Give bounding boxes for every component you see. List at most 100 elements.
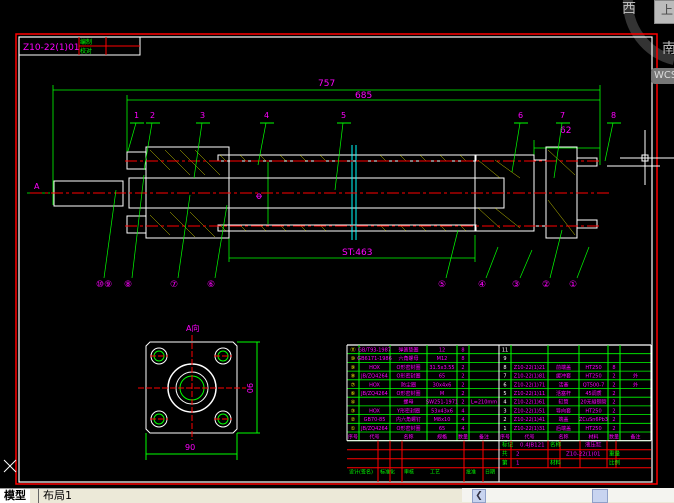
- table-cell: SW251-1971: [426, 400, 458, 406]
- table-cell: 65: [439, 374, 445, 380]
- table-cell: O形密封圈: [397, 373, 421, 380]
- table-cell: ③: [351, 408, 355, 414]
- table-cell: 外: [633, 373, 638, 380]
- table-cell: M8x10: [434, 417, 451, 423]
- ucs-icon: [3, 459, 17, 473]
- table-cell: 53x43x6: [431, 408, 453, 414]
- scroll-left-arrow-icon[interactable]: ❮: [472, 489, 486, 503]
- table-header: 代号: [524, 434, 534, 441]
- standard-part-balloon: ⑧: [124, 280, 132, 290]
- table-cell: 2: [461, 400, 464, 406]
- table-cell: ⑩: [351, 356, 356, 362]
- table-row: ⑩ GB6171-1986 六角螺母 M12 8 9: [351, 355, 507, 362]
- part-number-label: 6: [518, 111, 523, 120]
- table-cell: 2: [612, 382, 615, 388]
- table-cell: O形密封圈: [397, 364, 421, 371]
- table-header: 名称: [558, 434, 568, 441]
- table-header: 数量: [609, 434, 619, 441]
- table-cell: 弹簧垫圈: [398, 347, 418, 354]
- table-cell: 65: [439, 426, 445, 432]
- table-header: 代号: [369, 434, 379, 441]
- table-cell: ⑥: [351, 391, 356, 397]
- table-cell: Z10-22(1)61: [514, 400, 545, 406]
- table-cell: 2: [612, 374, 615, 380]
- table-header: 序号: [348, 434, 358, 441]
- table-cell: 内六角螺钉: [396, 416, 421, 423]
- inner-frame: [18, 36, 653, 483]
- table-header: 规格: [437, 434, 447, 441]
- table-cell: Y形密封圈: [396, 407, 420, 414]
- standard-part-balloon: ③: [512, 280, 520, 290]
- dim-overall: 757: [318, 79, 335, 89]
- title-block: 标记 0.4JB121 名称 液压缸共 2 Z10-22(1)01 第 1 材料 重量比例设计(签…: [347, 440, 651, 482]
- table-cell: M12: [437, 356, 448, 362]
- dim-end: 62: [560, 126, 571, 136]
- horizontal-scrollbar[interactable]: ❮: [462, 488, 674, 503]
- title-field: 0.4JB121: [520, 443, 545, 449]
- table-cell: HOX: [369, 382, 380, 388]
- table-cell: 9: [503, 356, 506, 362]
- drawing-canvas[interactable]: Z10-22(1)01 编制 校对 757 685 62 ST:463 Φ A: [0, 0, 674, 488]
- part-number-label: 2: [150, 111, 155, 120]
- wcs-menu[interactable]: WCS: [651, 68, 674, 84]
- table-cell: 31.5x3.55: [429, 365, 454, 371]
- table-cell: HT250: [585, 426, 601, 432]
- table-cell: 缓冲套: [556, 373, 571, 380]
- title-field: 名称: [550, 441, 562, 449]
- table-cell: Z10-22(1)81: [514, 374, 545, 380]
- table-cell: 8: [461, 356, 464, 362]
- table-cell: 6: [503, 382, 506, 388]
- table-cell: GB6171-1986: [357, 356, 392, 362]
- leader-line: [511, 122, 521, 173]
- table-cell: 20无缝钢管: [580, 399, 606, 406]
- table-cell: 2: [612, 408, 615, 414]
- table-cell: L=210mm: [471, 400, 497, 406]
- title-field: 共: [502, 450, 508, 458]
- tab-model[interactable]: 模型: [0, 489, 30, 503]
- table-header: 备注: [630, 434, 640, 441]
- standard-part-balloon: ④: [478, 280, 486, 290]
- table-cell: 活塞: [558, 381, 568, 388]
- table-cell: ⑦: [351, 382, 356, 388]
- table-cell: 7: [503, 374, 506, 380]
- scroll-thumb[interactable]: [592, 489, 608, 503]
- compass-west[interactable]: 西: [622, 0, 636, 18]
- tab-layout1[interactable]: 布局1: [38, 489, 76, 503]
- table-cell: 活塞杆: [556, 390, 571, 397]
- table-cell: 4: [461, 417, 464, 423]
- title-field: Z10-22(1)01: [566, 452, 601, 458]
- table-header: 名称: [403, 434, 413, 441]
- table-cell: 2: [612, 417, 615, 423]
- title-field: 标记: [502, 441, 514, 449]
- table-row: ⑦ HOX 防尘圈 30x4x6 2 6 Z10-22(1)71 活塞 QT500-7 2 外: [351, 381, 638, 388]
- table-cell: 防尘圈: [401, 381, 416, 388]
- table-cell: 2: [461, 382, 464, 388]
- table-cell: HT250: [585, 408, 601, 414]
- leader-line: [257, 122, 267, 166]
- part-number-label: 7: [560, 111, 565, 120]
- standard-part-balloon: ⑩⑨: [96, 280, 112, 290]
- standard-part-balloons: ⑩⑨ ⑧ ⑦ ⑥ ⑤ ④ ③ ② ①: [96, 174, 590, 290]
- dim-flange-width: 90: [185, 443, 195, 452]
- leader-line: [214, 204, 228, 279]
- table-cell: 4: [503, 400, 506, 406]
- compass-south[interactable]: 南: [662, 38, 674, 58]
- table-cell: JB/ZQ4264: [360, 374, 388, 380]
- table-cell: 2: [461, 374, 464, 380]
- leader-line: [553, 122, 563, 179]
- table-cell: JB/ZQ4264: [360, 391, 388, 397]
- standard-part-balloon: ⑦: [170, 280, 178, 290]
- table-cell: Z10-22(1)21: [514, 365, 545, 371]
- view-arrow-label: A: [34, 182, 40, 191]
- table-header: 备注: [479, 434, 489, 441]
- table-cell: 30x4x6: [433, 382, 452, 388]
- table-cell: HT250: [585, 374, 601, 380]
- table-cell: ①: [351, 426, 356, 432]
- table-cell: ⑧: [351, 374, 356, 380]
- leader-line: [576, 246, 590, 279]
- viewcube-top-face[interactable]: 上: [654, 0, 674, 24]
- table-cell: GB70-85: [364, 417, 386, 423]
- signature-label: 设计(签名): [349, 469, 373, 476]
- table-cell: 8: [612, 365, 615, 371]
- leader-line: [549, 229, 563, 279]
